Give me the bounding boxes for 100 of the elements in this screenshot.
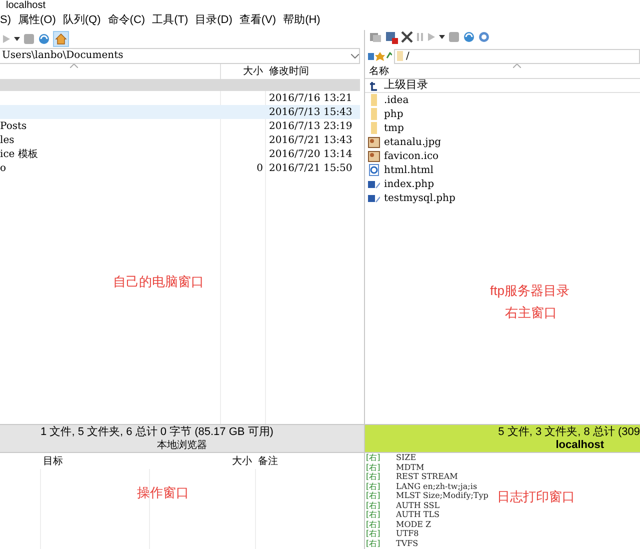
status-text: 1 文件, 5 文件夹, 6 总计 0 字节 (85.17 GB 可用) <box>40 426 274 438</box>
file-name: o <box>0 162 8 176</box>
file-name: les <box>0 134 16 148</box>
file-row[interactable]: Posts 2016/7/13 23:19 <box>0 119 360 133</box>
file-row[interactable]: .idea <box>365 93 640 107</box>
file-row[interactable]: 2016/7/16 13:21 <box>0 91 360 105</box>
file-name: Posts <box>0 120 28 134</box>
pane-caption: 本地浏览器 <box>157 438 207 452</box>
menu-item[interactable]: S) <box>0 12 11 29</box>
log-source: [右] <box>366 500 382 510</box>
status-text: 5 文件, 3 文件夹, 8 总计 (309 <box>498 426 640 438</box>
home-button[interactable] <box>53 31 69 47</box>
file-name: php <box>384 108 404 122</box>
annotation: 右主窗口 <box>505 304 557 322</box>
log-line: UTF8 <box>396 529 419 538</box>
close-icon[interactable] <box>401 31 413 43</box>
caret-icon[interactable] <box>14 37 20 41</box>
log-source: [右] <box>366 529 382 538</box>
path-text: Users\lanbo\Documents <box>1 50 124 62</box>
file-row[interactable]: 2016/7/13 15:43 <box>0 105 360 119</box>
disconnect-icon[interactable] <box>385 30 398 44</box>
folder-icon <box>370 94 378 106</box>
server-icon[interactable] <box>369 31 382 43</box>
refresh-icon[interactable] <box>463 31 475 43</box>
log-source: [右] <box>366 520 382 529</box>
log-line: MLST Size;Modify;Typ <box>396 491 488 500</box>
image-file-icon <box>368 150 380 162</box>
log-line: AUTH TLS <box>396 510 440 520</box>
file-name: index.php <box>384 178 434 192</box>
log-source: [右] <box>366 472 382 482</box>
file-name: testmysql.php <box>384 192 456 206</box>
menu-item[interactable]: 查看(V) <box>239 12 276 29</box>
php-file-icon <box>368 178 380 190</box>
menu-item[interactable]: 目录(D) <box>195 12 232 29</box>
column-header[interactable]: 备注 <box>254 454 278 468</box>
path-field[interactable]: Users\lanbo\Documents <box>0 48 360 64</box>
log-source: [右] <box>366 491 382 500</box>
menu-item[interactable]: 队列(Q) <box>62 12 101 29</box>
log-source: [右] <box>366 462 382 472</box>
menu-item[interactable]: 属性(O) <box>18 12 56 29</box>
file-row[interactable]: php <box>365 107 640 121</box>
file-row[interactable]: etanalu.jpg <box>365 135 640 149</box>
file-name: 上级目录 <box>384 78 428 94</box>
window-title: localhost <box>6 0 46 11</box>
path-field[interactable]: / <box>394 48 640 64</box>
annotation: 日志打印窗口 <box>497 488 575 506</box>
php-file-icon <box>368 192 380 204</box>
file-date: 2016/7/21 15:50 <box>268 162 352 176</box>
file-name: ice 模板 <box>0 148 39 162</box>
file-name: html.html <box>384 164 434 178</box>
log-line: TVFS <box>396 538 418 548</box>
refresh-icon[interactable] <box>38 33 50 45</box>
log-line: LANG en;zh-tw;ja;is <box>396 482 478 491</box>
log-line: MDTM <box>396 462 424 472</box>
file-date: 2016/7/16 13:21 <box>268 92 352 106</box>
file-name: favicon.ico <box>384 150 439 164</box>
file-name: tmp <box>384 122 404 136</box>
menu-item[interactable]: 帮助(H) <box>283 12 320 29</box>
bookmark-icon[interactable] <box>368 52 392 60</box>
file-row[interactable]: testmysql.php <box>365 191 640 205</box>
file-date: 2016/7/13 15:43 <box>268 106 352 120</box>
log-source: [右] <box>366 510 382 520</box>
file-date: 2016/7/13 23:19 <box>268 120 352 134</box>
annotation: 操作窗口 <box>137 484 189 502</box>
folder-icon <box>370 108 378 120</box>
file-row[interactable]: ice 模板 2016/7/20 13:14 <box>0 147 360 161</box>
sort-icon <box>513 64 521 68</box>
column-header[interactable]: 名称 <box>365 64 389 78</box>
log-source: [右] <box>366 482 382 491</box>
file-name: etanalu.jpg <box>384 136 442 150</box>
file-row[interactable]: html.html <box>365 163 640 177</box>
home-icon <box>55 33 67 45</box>
log-line: AUTH SSL <box>396 500 440 510</box>
caret-icon[interactable] <box>439 35 445 39</box>
file-row[interactable]: index.php <box>365 177 640 191</box>
path-text: / <box>406 50 410 64</box>
menu-item[interactable]: 工具(T) <box>152 12 188 29</box>
folder-icon <box>370 122 378 134</box>
file-row[interactable]: favicon.ico <box>365 149 640 163</box>
sort-icon <box>70 64 78 68</box>
log-line: MODE Z <box>396 520 432 529</box>
file-size: 0 <box>256 162 264 176</box>
image-file-icon <box>368 136 380 148</box>
log-line: SIZE <box>396 453 416 462</box>
log-source: [右] <box>366 453 382 462</box>
column-header[interactable]: 目标 <box>0 454 200 468</box>
pane-caption: localhost <box>556 438 604 452</box>
column-header[interactable]: 修改时间 <box>265 64 309 79</box>
log-line: REST STREAM <box>396 472 458 482</box>
file-date: 2016/7/20 13:14 <box>268 148 352 162</box>
menu-item[interactable]: 命令(C) <box>108 12 146 29</box>
file-row[interactable]: tmp <box>365 121 640 135</box>
file-date: 2016/7/21 13:43 <box>268 134 352 148</box>
log-source: [右] <box>366 538 382 548</box>
dropdown-icon[interactable] <box>351 54 359 58</box>
html-file-icon <box>369 164 379 176</box>
file-row[interactable]: les 2016/7/21 13:43 <box>0 133 360 147</box>
file-row[interactable]: o 0 2016/7/21 15:50 <box>0 161 360 175</box>
column-header[interactable]: 大小 <box>200 454 254 468</box>
pause-icon[interactable] <box>416 32 424 42</box>
